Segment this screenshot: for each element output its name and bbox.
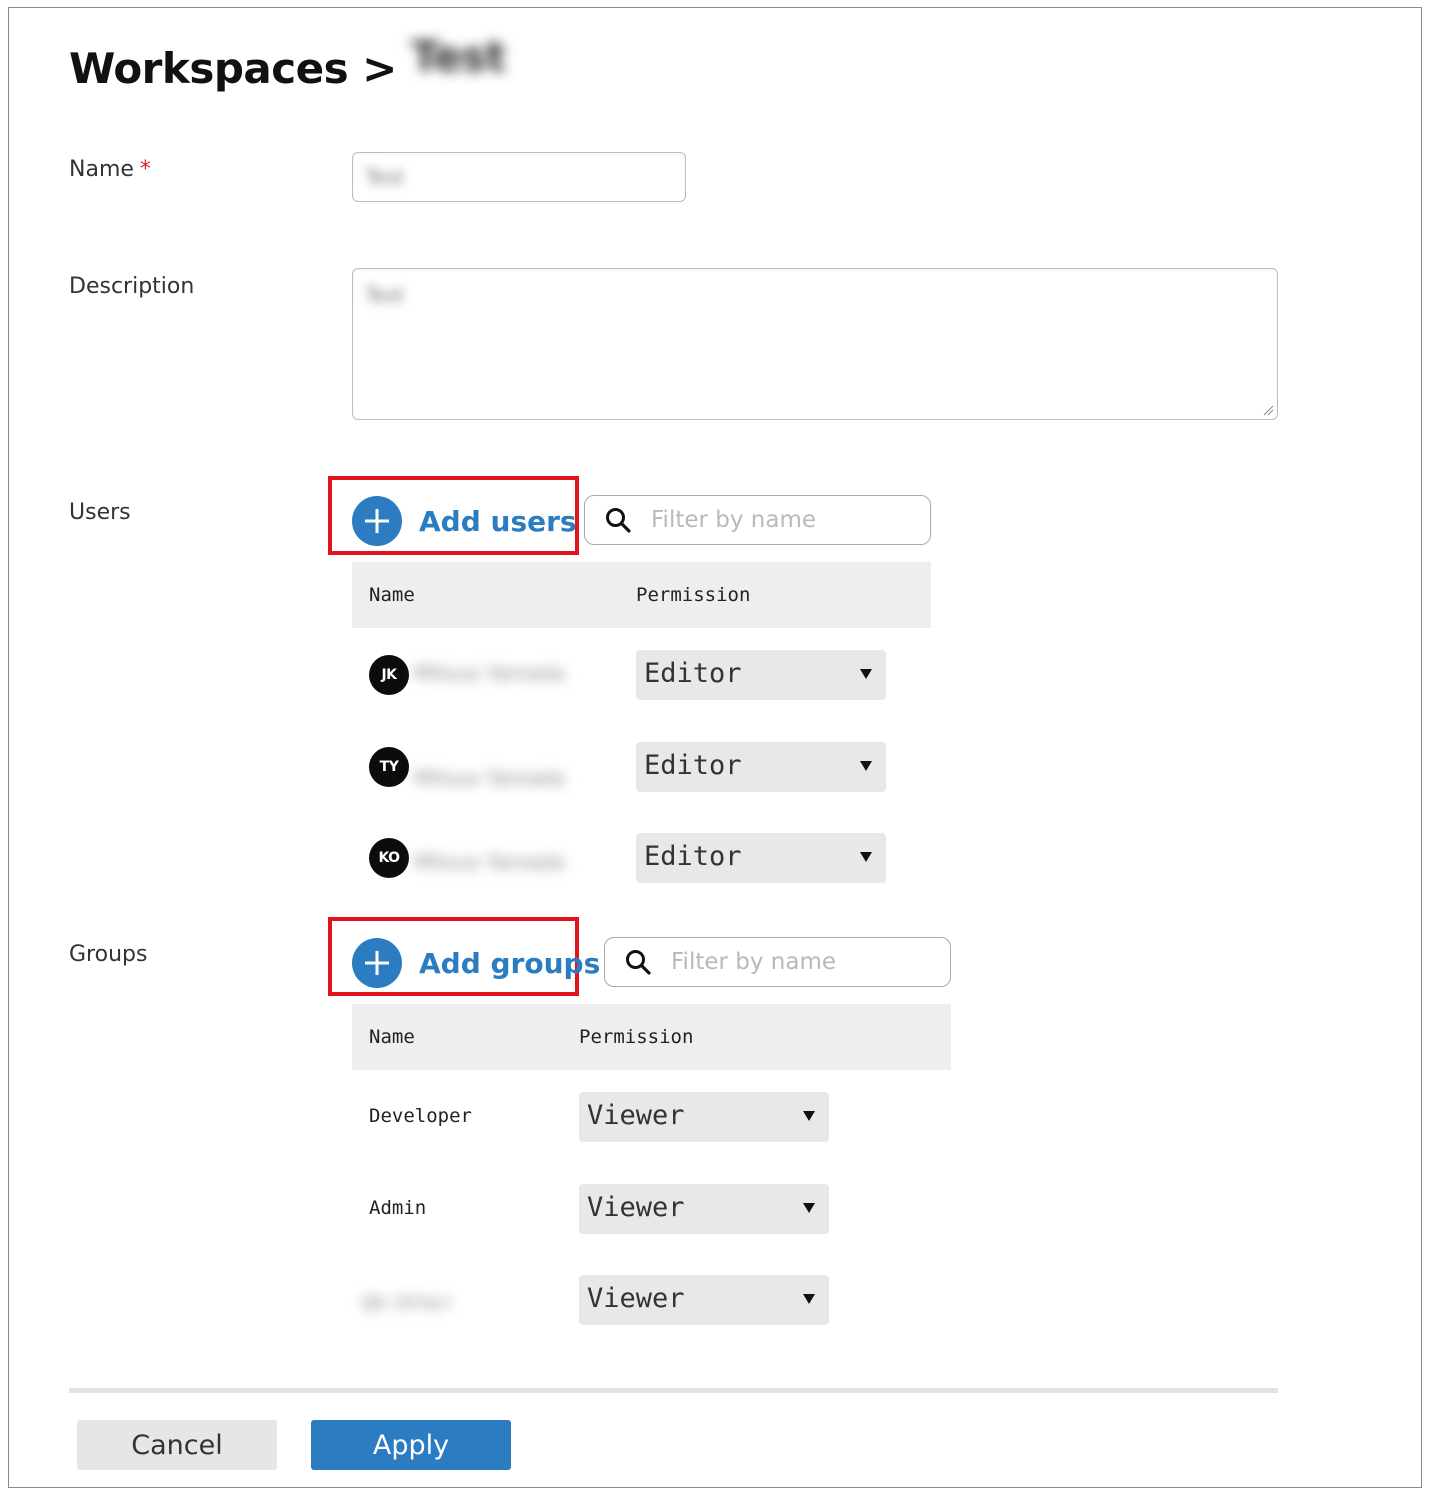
- groups-label: Groups: [69, 942, 148, 967]
- search-icon: [606, 508, 631, 533]
- avatar: KO: [369, 838, 409, 878]
- description-field[interactable]: Test: [352, 268, 1278, 420]
- name-label: Name *: [69, 157, 151, 182]
- user-name: Mitsuo Yamada: [414, 850, 565, 874]
- groups-filter[interactable]: [604, 937, 951, 987]
- user-permission-value: Editor: [644, 658, 742, 689]
- groups-col-permission[interactable]: Permission: [579, 1026, 693, 1048]
- user-permission-select[interactable]: Editor: [636, 833, 886, 883]
- user-permission-select[interactable]: Editor: [636, 742, 886, 792]
- breadcrumb-root[interactable]: Workspaces: [69, 44, 349, 93]
- group-name: Admin: [369, 1197, 427, 1219]
- group-permission-select[interactable]: Viewer: [579, 1092, 829, 1142]
- group-name: QA-Other: [362, 1292, 454, 1314]
- caret-down-icon: [860, 761, 872, 771]
- description-label: Description: [69, 274, 195, 299]
- description-field-value: Test: [365, 283, 405, 307]
- group-name: Developer: [369, 1105, 472, 1127]
- add-users-label: Add users: [419, 504, 577, 538]
- add-groups-label: Add groups: [419, 946, 601, 980]
- page-title: Workspaces > Test: [69, 32, 506, 93]
- add-groups-button[interactable]: Add groups: [352, 938, 600, 988]
- users-table-header: Name Permission: [352, 562, 931, 628]
- user-name: Mitsuo Yamada: [414, 766, 565, 790]
- groups-filter-input[interactable]: [669, 948, 933, 976]
- caret-down-icon: [860, 669, 872, 679]
- group-permission-value: Viewer: [587, 1100, 685, 1131]
- users-filter[interactable]: [584, 495, 931, 545]
- resize-grip-icon[interactable]: [1262, 404, 1274, 416]
- group-permission-value: Viewer: [587, 1192, 685, 1223]
- groups-col-name[interactable]: Name: [369, 1026, 415, 1048]
- cancel-button[interactable]: Cancel: [77, 1420, 277, 1470]
- plus-icon: [352, 496, 402, 546]
- users-col-permission[interactable]: Permission: [636, 584, 750, 606]
- add-users-button[interactable]: Add users: [352, 496, 577, 546]
- name-label-text: Name: [69, 157, 134, 182]
- footer-divider: [69, 1388, 1278, 1393]
- name-field-value: Test: [365, 165, 405, 189]
- caret-down-icon: [803, 1111, 815, 1121]
- breadcrumb-separator: >: [362, 44, 397, 93]
- users-label: Users: [69, 500, 131, 525]
- user-permission-select[interactable]: Editor: [636, 650, 886, 700]
- name-field[interactable]: Test: [352, 152, 686, 202]
- group-permission-select[interactable]: Viewer: [579, 1184, 829, 1234]
- user-permission-value: Editor: [644, 750, 742, 781]
- plus-icon: [352, 938, 402, 988]
- users-filter-input[interactable]: [649, 506, 913, 534]
- groups-table-header: Name Permission: [352, 1004, 951, 1070]
- group-permission-value: Viewer: [587, 1283, 685, 1314]
- group-permission-select[interactable]: Viewer: [579, 1275, 829, 1325]
- search-icon: [626, 950, 651, 975]
- caret-down-icon: [803, 1203, 815, 1213]
- users-col-name[interactable]: Name: [369, 584, 415, 606]
- breadcrumb-current: Test: [411, 32, 506, 81]
- required-marker: *: [139, 157, 151, 182]
- user-permission-value: Editor: [644, 841, 742, 872]
- apply-button[interactable]: Apply: [311, 1420, 511, 1470]
- caret-down-icon: [860, 852, 872, 862]
- user-name: Mitsuo Yamada: [414, 661, 565, 685]
- avatar: TY: [369, 747, 409, 787]
- caret-down-icon: [803, 1294, 815, 1304]
- avatar: JK: [369, 655, 409, 695]
